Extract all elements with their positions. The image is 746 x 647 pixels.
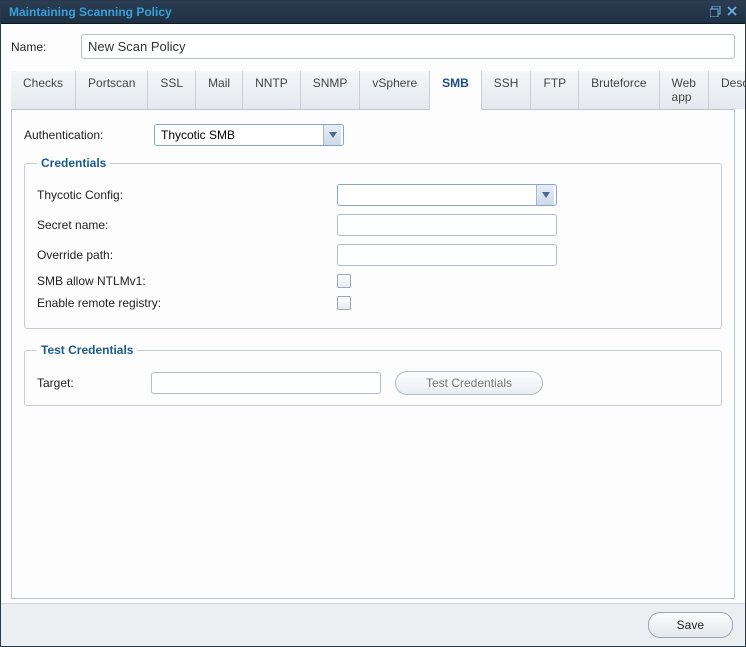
- tab-panel-smb: Authentication: Credentials Thycotic Con…: [11, 110, 735, 599]
- tab-mail[interactable]: Mail: [196, 71, 243, 109]
- tab-ssh[interactable]: SSH: [482, 71, 532, 109]
- tab-webapp[interactable]: Web app: [660, 71, 709, 109]
- restore-icon[interactable]: [710, 6, 721, 19]
- override-path-label: Override path:: [37, 248, 337, 262]
- authentication-select[interactable]: [154, 124, 344, 146]
- name-input[interactable]: [81, 34, 735, 59]
- tab-strip: Checks Portscan SSL Mail NNTP SNMP vSphe…: [11, 71, 735, 110]
- chevron-down-icon[interactable]: [323, 125, 341, 145]
- thycotic-config-label: Thycotic Config:: [37, 188, 337, 202]
- dialog-content: Name: Checks Portscan SSL Mail NNTP SNMP…: [1, 24, 745, 603]
- tab-snmp[interactable]: SNMP: [301, 71, 361, 109]
- test-credentials-fieldset: Test Credentials Target: Test Credential…: [24, 343, 722, 406]
- dialog-footer: Save: [1, 603, 745, 646]
- smb-ntlmv1-checkbox[interactable]: [337, 274, 351, 288]
- smb-ntlmv1-row: SMB allow NTLMv1:: [37, 274, 709, 288]
- authentication-label: Authentication:: [24, 128, 154, 142]
- secret-name-row: Secret name:: [37, 214, 709, 236]
- target-label: Target:: [37, 376, 137, 390]
- authentication-row: Authentication:: [24, 124, 722, 146]
- thycotic-config-select[interactable]: [337, 184, 557, 206]
- enable-remote-registry-checkbox[interactable]: [337, 296, 351, 310]
- tab-description[interactable]: Description: [709, 71, 745, 109]
- secret-name-label: Secret name:: [37, 218, 337, 232]
- enable-remote-registry-label: Enable remote registry:: [37, 296, 337, 310]
- title-bar: Maintaining Scanning Policy: [1, 1, 745, 24]
- target-input[interactable]: [151, 372, 381, 394]
- credentials-fieldset: Credentials Thycotic Config: Secret name…: [24, 156, 722, 329]
- smb-ntlmv1-label: SMB allow NTLMv1:: [37, 274, 337, 288]
- authentication-value[interactable]: [155, 125, 323, 145]
- chevron-down-icon[interactable]: [536, 185, 554, 205]
- window-controls: [710, 6, 737, 19]
- tab-nntp[interactable]: NNTP: [243, 71, 301, 109]
- name-label: Name:: [11, 40, 81, 54]
- tab-vsphere[interactable]: vSphere: [360, 71, 430, 109]
- name-row: Name:: [11, 34, 735, 59]
- override-path-input[interactable]: [337, 244, 557, 266]
- window-title: Maintaining Scanning Policy: [9, 5, 172, 19]
- secret-name-input[interactable]: [337, 214, 557, 236]
- test-target-row: Target: Test Credentials: [37, 371, 709, 395]
- enable-remote-registry-row: Enable remote registry:: [37, 296, 709, 310]
- tab-checks[interactable]: Checks: [11, 71, 76, 109]
- override-path-row: Override path:: [37, 244, 709, 266]
- save-button[interactable]: Save: [648, 612, 733, 638]
- tab-portscan[interactable]: Portscan: [76, 71, 148, 109]
- thycotic-config-value[interactable]: [338, 185, 536, 205]
- tab-bruteforce[interactable]: Bruteforce: [579, 71, 659, 109]
- close-icon[interactable]: [727, 6, 737, 18]
- tab-ssl[interactable]: SSL: [148, 71, 196, 109]
- test-credentials-legend: Test Credentials: [37, 343, 137, 357]
- thycotic-config-row: Thycotic Config:: [37, 184, 709, 206]
- credentials-legend: Credentials: [37, 156, 110, 170]
- dialog-window: Maintaining Scanning Policy Name: Checks…: [0, 0, 746, 647]
- test-credentials-button[interactable]: Test Credentials: [395, 371, 543, 395]
- tab-smb[interactable]: SMB: [430, 71, 482, 110]
- tab-ftp[interactable]: FTP: [531, 71, 579, 109]
